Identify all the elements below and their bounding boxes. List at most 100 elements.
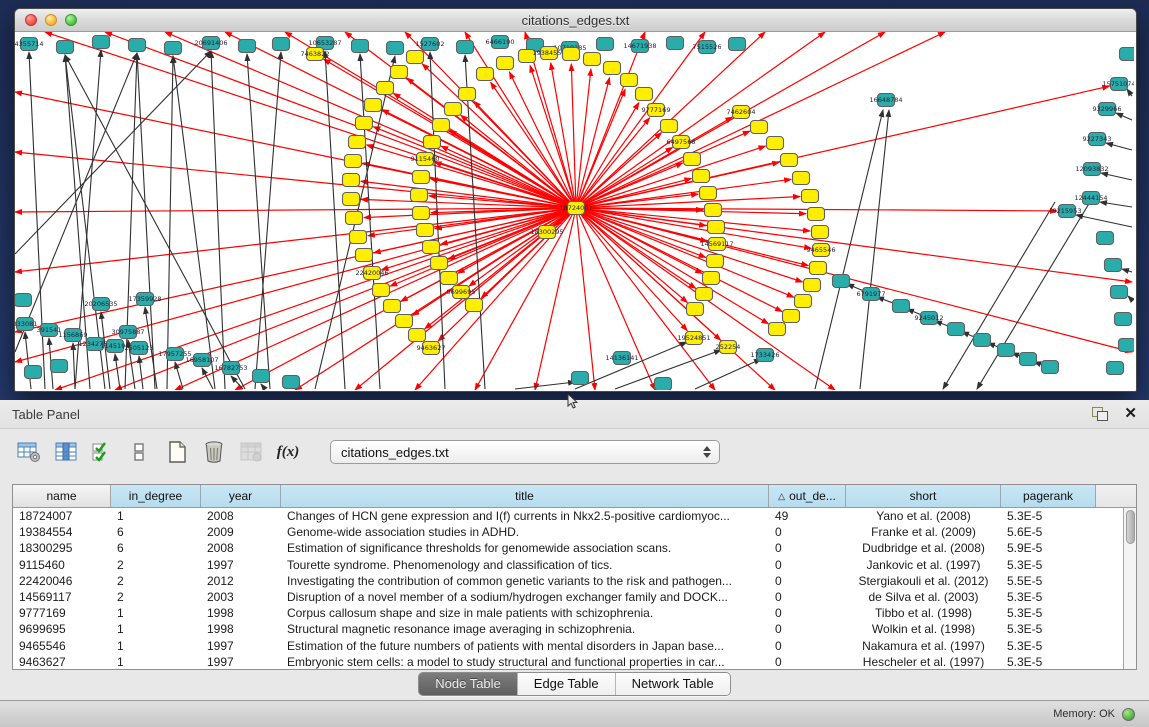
- table-row[interactable]: 911546021997Tourette syndrome. Phenomeno…: [13, 557, 1136, 573]
- cell-title[interactable]: Estimation of significance thresholds fo…: [281, 541, 769, 555]
- graph-node[interactable]: [684, 153, 701, 166]
- graph-node[interactable]: [1111, 286, 1128, 299]
- graph-node[interactable]: [51, 360, 68, 373]
- graph-node[interactable]: [477, 68, 494, 81]
- cell-short[interactable]: Franke et al. (2009): [846, 525, 1001, 539]
- graph-node[interactable]: [696, 288, 713, 301]
- column-header-year[interactable]: year: [201, 485, 281, 507]
- cell-in-degree[interactable]: 6: [111, 541, 201, 555]
- cell-pagerank[interactable]: 5.3E-5: [1001, 590, 1096, 604]
- cell-short[interactable]: Hescheler et al. (1997): [846, 655, 1001, 669]
- cell-short[interactable]: Wolkin et al. (1998): [846, 622, 1001, 636]
- graph-node[interactable]: [373, 284, 390, 297]
- graph-node[interactable]: [812, 226, 829, 239]
- graph-node[interactable]: [655, 378, 672, 391]
- cell-title[interactable]: Tourette syndrome. Phenomenology and cla…: [281, 558, 769, 572]
- select-all-rows-icon[interactable]: [90, 439, 116, 465]
- minimize-window-button[interactable]: [45, 14, 57, 26]
- graph-node[interactable]: [409, 329, 426, 342]
- graph-node[interactable]: 9699695: [447, 286, 476, 299]
- cell-name[interactable]: 18300295: [13, 541, 111, 555]
- graph-node[interactable]: [808, 208, 825, 221]
- cell-year[interactable]: 2012: [201, 574, 281, 588]
- graph-node[interactable]: [93, 36, 110, 49]
- cell-year[interactable]: 2009: [201, 525, 281, 539]
- graph-node[interactable]: 16782753: [214, 362, 247, 375]
- graph-node[interactable]: [795, 295, 812, 308]
- cell-year[interactable]: 1997: [201, 639, 281, 653]
- table-row[interactable]: 1938455462009Genome-wide association stu…: [13, 524, 1136, 540]
- graph-node[interactable]: [1097, 232, 1114, 245]
- graph-node[interactable]: [781, 154, 798, 167]
- graph-node[interactable]: [377, 82, 394, 95]
- function-builder-icon[interactable]: f(x): [275, 439, 301, 465]
- column-header-name[interactable]: name: [13, 485, 111, 507]
- graph-node[interactable]: 9463627: [417, 342, 446, 355]
- graph-node[interactable]: [703, 272, 720, 285]
- cell-short[interactable]: de Silva et al. (2003): [846, 590, 1001, 604]
- cell-title[interactable]: Corpus callosum shape and size in male p…: [281, 606, 769, 620]
- table-row[interactable]: 977716911998Corpus callosum shape and si…: [13, 605, 1136, 621]
- graph-node[interactable]: [707, 255, 724, 268]
- cell-pagerank[interactable]: 5.3E-5: [1001, 606, 1096, 620]
- graph-node[interactable]: [15, 294, 32, 307]
- graph-node[interactable]: [1105, 259, 1122, 272]
- cell-out-de-[interactable]: 0: [769, 558, 846, 572]
- graph-node[interactable]: [948, 323, 965, 336]
- graph-node[interactable]: [708, 221, 725, 234]
- table-settings-icon[interactable]: [16, 439, 42, 465]
- graph-node[interactable]: [413, 207, 430, 220]
- graph-node[interactable]: [343, 174, 360, 187]
- cell-pagerank[interactable]: 5.5E-5: [1001, 574, 1096, 588]
- table-row[interactable]: 1456911722003Disruption of a novel membe…: [13, 589, 1136, 605]
- graph-node[interactable]: 14671938: [623, 40, 656, 53]
- cell-pagerank[interactable]: 5.3E-5: [1001, 655, 1096, 669]
- graph-node[interactable]: [441, 272, 458, 285]
- cell-short[interactable]: Tibbo et al. (1998): [846, 606, 1001, 620]
- cell-in-degree[interactable]: 1: [111, 606, 201, 620]
- graph-node[interactable]: 2505123: [125, 342, 154, 355]
- graph-node[interactable]: [396, 315, 413, 328]
- graph-node[interactable]: [636, 88, 653, 101]
- graph-node[interactable]: 252254: [716, 341, 741, 354]
- cell-title[interactable]: Embryonic stem cells: a model to study s…: [281, 655, 769, 669]
- graph-node[interactable]: [352, 40, 369, 53]
- graph-node[interactable]: [1020, 353, 1037, 366]
- cell-year[interactable]: 1998: [201, 622, 281, 636]
- cell-name[interactable]: 9699695: [13, 622, 111, 636]
- graph-node[interactable]: 19524851: [677, 332, 710, 345]
- graph-node[interactable]: [693, 170, 710, 183]
- close-window-button[interactable]: [25, 14, 37, 26]
- cell-in-degree[interactable]: 1: [111, 655, 201, 669]
- cell-title[interactable]: Estimation of the future numbers of pati…: [281, 639, 769, 653]
- cell-year[interactable]: 2003: [201, 590, 281, 604]
- cell-name[interactable]: 9777169: [13, 606, 111, 620]
- graph-node[interactable]: 30975887: [111, 326, 144, 339]
- graph-node[interactable]: 20691406: [194, 37, 227, 50]
- cell-out-de-[interactable]: 0: [769, 655, 846, 669]
- cell-title[interactable]: Investigating the contribution of common…: [281, 574, 769, 588]
- graph-node[interactable]: 22420046: [355, 267, 388, 280]
- cell-out-de-[interactable]: 0: [769, 606, 846, 620]
- graph-node[interactable]: [459, 88, 476, 101]
- cell-short[interactable]: Yano et al. (2008): [846, 509, 1001, 523]
- graph-node[interactable]: [893, 300, 910, 313]
- graph-node[interactable]: 18300295: [530, 226, 563, 239]
- graph-node[interactable]: [687, 303, 704, 316]
- delete-table-icon[interactable]: [201, 439, 227, 465]
- cell-pagerank[interactable]: 5.6E-5: [1001, 525, 1096, 539]
- graph-node[interactable]: [457, 41, 474, 54]
- graph-node[interactable]: [25, 366, 42, 379]
- cell-out-de-[interactable]: 49: [769, 509, 846, 523]
- cell-name[interactable]: 9115460: [13, 558, 111, 572]
- graph-node[interactable]: [667, 37, 684, 50]
- graph-node[interactable]: [423, 241, 440, 254]
- graph-node[interactable]: [343, 193, 360, 206]
- graph-node[interactable]: [365, 99, 382, 112]
- table-row[interactable]: 969969511998Structural magnetic resonanc…: [13, 621, 1136, 637]
- graph-node[interactable]: [597, 38, 614, 51]
- cell-name[interactable]: 19384554: [13, 525, 111, 539]
- graph-node[interactable]: [345, 155, 362, 168]
- graph-node[interactable]: 4355714: [15, 38, 43, 51]
- cell-out-de-[interactable]: 0: [769, 525, 846, 539]
